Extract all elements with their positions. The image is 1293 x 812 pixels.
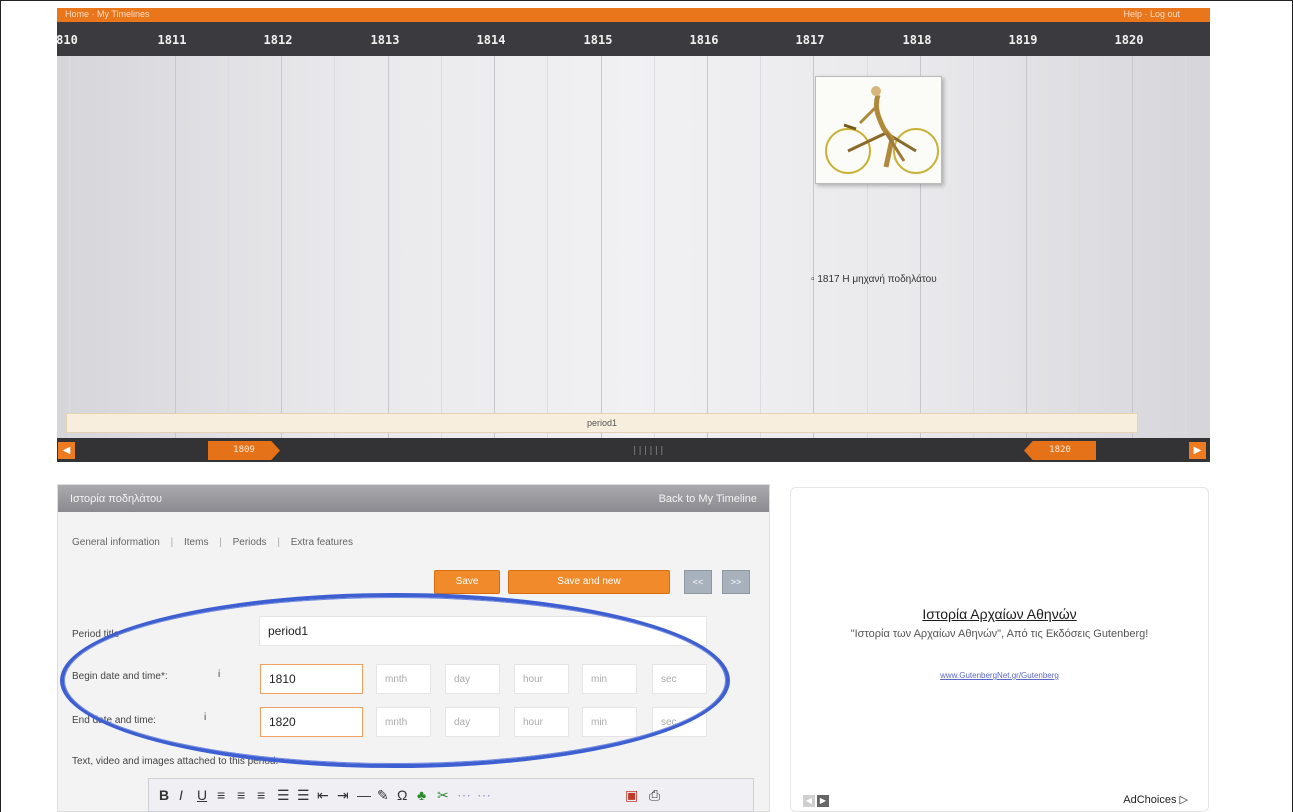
ad-prev-button[interactable]: ◀ (803, 795, 815, 807)
panel-title: Ιστορία ποδηλάτου (70, 493, 163, 505)
italic-button[interactable]: I (179, 787, 183, 803)
bullet-list-button[interactable]: ☰ (277, 787, 290, 804)
year-label: 1819 (1008, 33, 1038, 47)
horizontal-rule-button[interactable]: — (357, 787, 371, 803)
tab-separator: | (170, 537, 174, 548)
ad-next-button[interactable]: ▶ (817, 795, 829, 807)
special-char-button[interactable]: Ω (397, 787, 407, 803)
clear-format-button[interactable]: ✎ (377, 787, 389, 804)
top-menu-right[interactable]: Help · Log out (1123, 9, 1180, 19)
year-header: 810 1811 1812 1813 1814 1815 1816 1817 1… (56, 22, 1210, 56)
anchor-button[interactable]: ⋯ (477, 787, 491, 804)
unlink-button[interactable]: ⋯ (457, 787, 471, 804)
period-band[interactable]: period1 (66, 413, 1138, 433)
year-label: 1814 (476, 33, 506, 47)
ad-url[interactable]: www.GutenbergNet.gr/Gutenberg (791, 671, 1208, 680)
align-left-button[interactable]: ≡ (217, 787, 225, 803)
youtube-icon[interactable]: ▣ (625, 787, 638, 804)
year-label: 1816 (689, 33, 719, 47)
panel-header: Ιστορία ποδηλάτου Back to My Timeline (58, 485, 769, 512)
ad-headline[interactable]: Ιστορία Αρχαίων Αθηνών (791, 606, 1208, 622)
year-label: 810 (56, 33, 78, 47)
previous-period-button[interactable]: << (684, 570, 712, 594)
align-center-button[interactable]: ≡ (237, 787, 245, 803)
draisine-bicycle-icon[interactable] (815, 76, 942, 184)
numbered-list-button[interactable]: ☰ (297, 787, 310, 804)
year-label: 1811 (157, 33, 187, 47)
insert-image-button[interactable]: ♣ (417, 787, 426, 803)
scroll-right-button[interactable]: ▶ (1189, 442, 1206, 459)
tab-general-information[interactable]: General information (72, 537, 160, 548)
top-menu-strip: Home · My Timelines Help · Log out (57, 8, 1210, 22)
underline-button[interactable]: U (197, 787, 207, 803)
year-label: 1813 (370, 33, 400, 47)
adchoices-link[interactable]: AdChoices ▷ (1123, 793, 1188, 806)
back-to-timeline-link[interactable]: Back to My Timeline (659, 493, 757, 505)
scroll-left-button[interactable]: ◀ (58, 442, 75, 459)
outdent-button[interactable]: ⇤ (317, 787, 329, 804)
year-label: 1815 (583, 33, 613, 47)
highlight-ellipse-inner (64, 597, 726, 764)
source-code-button[interactable]: ⎙ (649, 787, 660, 804)
tab-separator: | (219, 537, 222, 548)
tab-items[interactable]: Items (184, 537, 208, 548)
link-button[interactable]: ✂ (437, 787, 449, 804)
tab-extra-features[interactable]: Extra features (291, 537, 353, 548)
timeline-canvas[interactable] (57, 56, 1210, 438)
range-end-handle[interactable]: 1820 (1024, 441, 1096, 460)
tab-separator: | (277, 537, 280, 548)
align-right-button[interactable]: ≡ (257, 787, 265, 803)
indent-button[interactable]: ⇥ (337, 787, 349, 804)
event-label[interactable]: ▫ 1817 Η μηχανή ποδηλάτου (811, 274, 937, 285)
year-label: 1820 (1114, 33, 1144, 47)
next-period-button[interactable]: >> (722, 570, 750, 594)
editor-toolbar: B I U ≡ ≡ ≡ ☰ ☰ ⇤ ⇥ — ✎ Ω ♣ ✂ ⋯ ⋯ ▣ ⎙ (148, 778, 754, 812)
panel-tabs: General information | Items | Periods | … (72, 537, 361, 548)
ad-panel: Ιστορία Αρχαίων Αθηνών "Ιστορία των Αρχα… (790, 487, 1209, 812)
ad-description: "Ιστορία των Αρχαίων Αθηνών", Από τις Εκ… (850, 628, 1149, 640)
save-button[interactable]: Save (434, 570, 500, 594)
bold-button[interactable]: B (159, 787, 169, 803)
year-label: 1818 (902, 33, 932, 47)
year-label: 1817 (795, 33, 825, 47)
year-label: 1812 (263, 33, 293, 47)
save-and-new-button[interactable]: Save and new (508, 570, 670, 594)
navigator-grip[interactable]: |||||| (632, 446, 665, 456)
period-band-label: period1 (586, 418, 618, 428)
top-menu-left[interactable]: Home · My Timelines (65, 9, 150, 19)
tab-periods[interactable]: Periods (233, 537, 267, 548)
range-start-handle[interactable]: 1809 (208, 441, 280, 460)
